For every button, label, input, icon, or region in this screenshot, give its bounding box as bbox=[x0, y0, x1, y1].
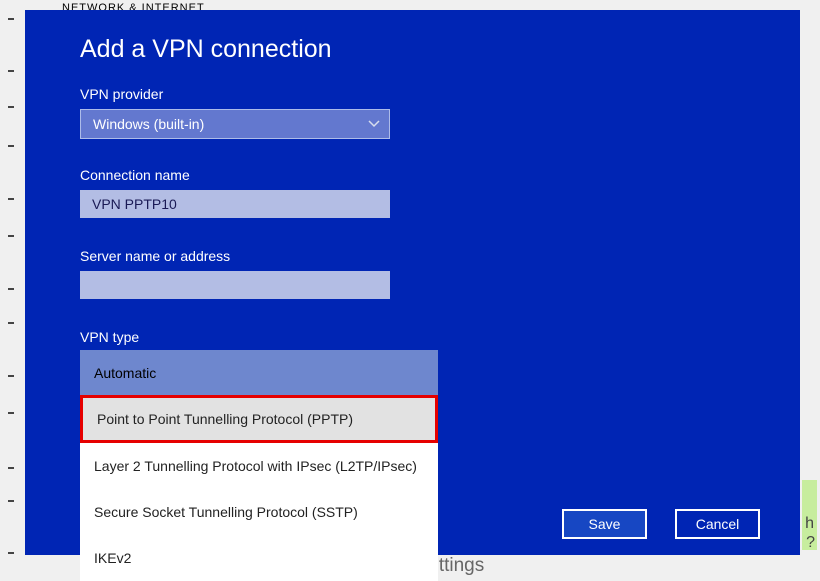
chevron-down-icon bbox=[367, 117, 381, 131]
vpn-provider-label: VPN provider bbox=[80, 86, 770, 102]
vpn-type-option-pptp[interactable]: Point to Point Tunnelling Protocol (PPTP… bbox=[80, 395, 438, 443]
vpn-type-option-l2tp[interactable]: Layer 2 Tunnelling Protocol with IPsec (… bbox=[80, 443, 438, 489]
connection-name-input[interactable] bbox=[80, 190, 390, 218]
dialog-buttons: Save Cancel bbox=[562, 509, 760, 539]
save-button[interactable]: Save bbox=[562, 509, 647, 539]
vpn-type-option-ikev2[interactable]: IKEv2 bbox=[80, 535, 438, 581]
bg-left-marks bbox=[8, 0, 14, 580]
vpn-type-option-automatic[interactable]: Automatic bbox=[80, 350, 438, 396]
add-vpn-dialog: Add a VPN connection VPN provider Window… bbox=[25, 10, 800, 555]
server-label: Server name or address bbox=[80, 248, 770, 264]
page-title: Add a VPN connection bbox=[80, 35, 770, 64]
vpn-type-option-sstp[interactable]: Secure Socket Tunnelling Protocol (SSTP) bbox=[80, 489, 438, 535]
connection-name-label: Connection name bbox=[80, 167, 770, 183]
vpn-provider-select[interactable]: Windows (built-in) bbox=[80, 109, 390, 139]
vpn-type-dropdown[interactable]: Automatic Point to Point Tunnelling Prot… bbox=[80, 350, 438, 581]
vpn-type-label: VPN type bbox=[80, 329, 770, 345]
vpn-provider-value: Windows (built-in) bbox=[93, 116, 204, 132]
bg-letter-2: ? bbox=[806, 534, 815, 552]
bg-letter-1: h bbox=[805, 515, 814, 533]
cancel-button[interactable]: Cancel bbox=[675, 509, 760, 539]
server-input[interactable] bbox=[80, 271, 390, 299]
